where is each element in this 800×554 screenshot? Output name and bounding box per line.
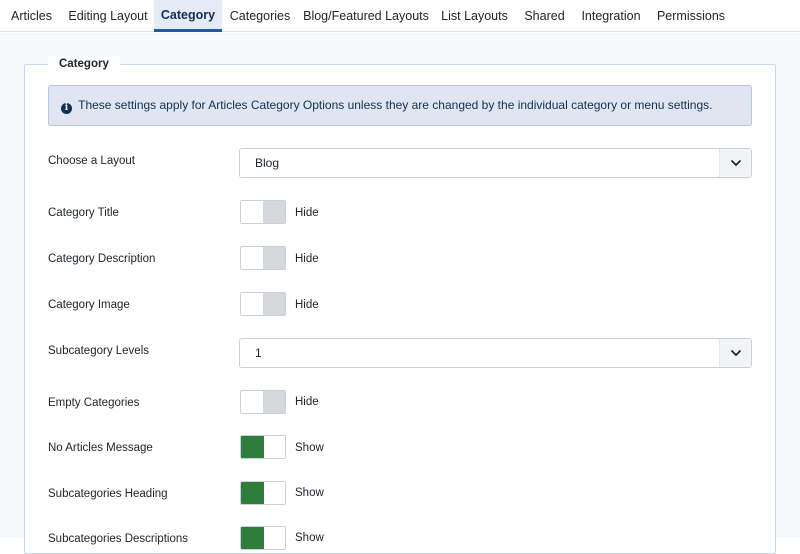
empty-categories-switch[interactable] xyxy=(240,390,286,414)
switch-knob xyxy=(241,293,264,315)
subcategories-descriptions-state: Show xyxy=(295,532,324,544)
tab-bar: Articles Editing Layout Category Categor… xyxy=(0,0,800,32)
chevron-down-icon xyxy=(719,149,751,177)
no-articles-message-switch[interactable] xyxy=(240,435,286,459)
info-alert: i These settings apply for Articles Cate… xyxy=(48,85,752,126)
tab-blog-featured-layouts[interactable]: Blog/Featured Layouts xyxy=(298,0,434,32)
subcategory-levels-value: 1 xyxy=(255,346,262,360)
layout-select-value: Blog xyxy=(255,156,280,170)
switch-knob xyxy=(241,201,264,223)
no-articles-message-state: Show xyxy=(295,442,324,454)
info-alert-text: These settings apply for Articles Catego… xyxy=(78,98,713,112)
category-description-state: Hide xyxy=(295,253,319,265)
switch-track xyxy=(263,391,285,413)
fieldset-legend: Category xyxy=(48,56,120,72)
tab-articles[interactable]: Articles xyxy=(0,0,63,32)
switch-track xyxy=(263,293,285,315)
tab-list-layouts[interactable]: List Layouts xyxy=(434,0,515,32)
layout-select[interactable]: Blog xyxy=(239,148,752,178)
switch-knob xyxy=(241,247,264,269)
category-description-switch[interactable] xyxy=(240,246,286,270)
switch-track xyxy=(263,247,285,269)
switch-knob xyxy=(264,527,285,549)
tab-integration[interactable]: Integration xyxy=(574,0,648,32)
no-articles-message-label: No Articles Message xyxy=(48,442,153,454)
subcategory-levels-label: Subcategory Levels xyxy=(48,345,150,357)
subcategories-heading-switch[interactable] xyxy=(240,481,286,505)
category-title-switch[interactable] xyxy=(240,200,286,224)
switch-track xyxy=(263,201,285,223)
empty-categories-label: Empty Categories xyxy=(48,397,140,409)
switch-track xyxy=(241,527,264,549)
category-image-label: Category Image xyxy=(48,299,130,311)
empty-categories-state: Hide xyxy=(295,396,319,408)
tab-permissions[interactable]: Permissions xyxy=(648,0,734,32)
category-fieldset xyxy=(24,64,776,554)
category-title-state: Hide xyxy=(295,207,319,219)
switch-track xyxy=(241,482,264,504)
tab-shared[interactable]: Shared xyxy=(515,0,574,32)
subcategories-descriptions-switch[interactable] xyxy=(240,526,286,550)
tab-category[interactable]: Category xyxy=(154,0,222,32)
category-description-label: Category Description xyxy=(48,253,156,265)
category-image-state: Hide xyxy=(295,299,319,311)
subcategory-levels-select[interactable]: 1 xyxy=(239,338,752,368)
category-image-switch[interactable] xyxy=(240,292,286,316)
info-circle-icon: i xyxy=(61,103,72,114)
subcategories-heading-state: Show xyxy=(295,487,324,499)
switch-knob xyxy=(264,436,285,458)
category-title-label: Category Title xyxy=(48,207,119,219)
switch-knob xyxy=(264,482,285,504)
subcategories-descriptions-label: Subcategories Descriptions xyxy=(48,533,188,545)
switch-knob xyxy=(241,391,264,413)
tab-editing-layout[interactable]: Editing Layout xyxy=(63,0,153,32)
chevron-down-icon xyxy=(719,339,751,367)
choose-layout-label: Choose a Layout xyxy=(48,155,135,167)
tab-categories[interactable]: Categories xyxy=(222,0,298,32)
subcategories-heading-label: Subcategories Heading xyxy=(48,488,168,500)
switch-track xyxy=(241,436,264,458)
